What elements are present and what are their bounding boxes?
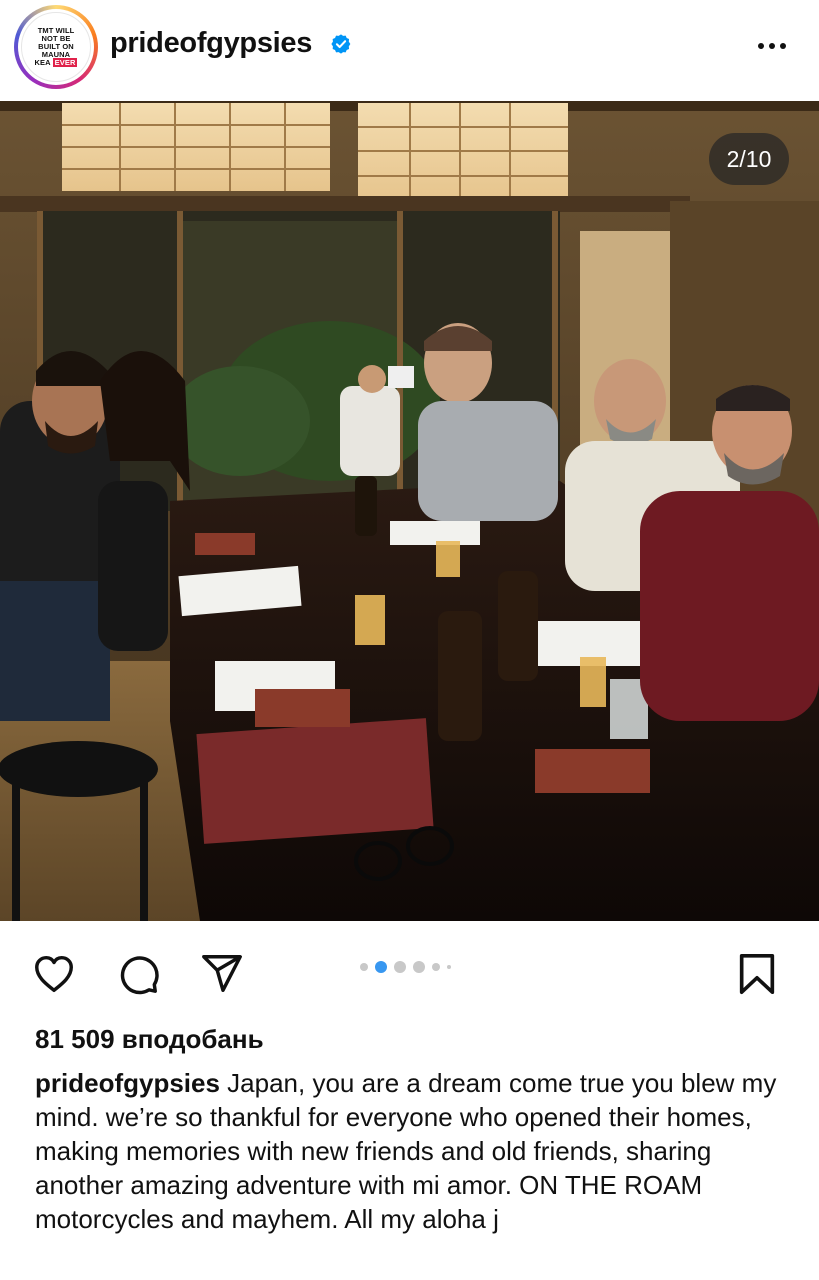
carousel-dot — [394, 961, 406, 973]
bookmark-icon[interactable] — [734, 951, 780, 997]
comment-icon[interactable] — [115, 951, 161, 997]
username-link[interactable]: prideofgypsies — [110, 27, 312, 60]
more-options-icon[interactable] — [750, 28, 794, 64]
post-photo[interactable] — [0, 101, 819, 921]
caption-username[interactable]: prideofgypsies — [35, 1068, 220, 1098]
avatar-text-line: KEA EVER — [34, 58, 78, 67]
avatar-image: TMT WILL NOT BE BUILT ON MAUNA KEA EVER — [21, 12, 91, 82]
send-icon[interactable] — [199, 951, 245, 997]
carousel-dot — [360, 963, 368, 971]
avatar[interactable]: TMT WILL NOT BE BUILT ON MAUNA KEA EVER — [14, 5, 98, 89]
verified-badge-icon — [331, 34, 351, 54]
post-caption: prideofgypsies Japan, you are a dream co… — [35, 1066, 795, 1236]
carousel-dot-active — [375, 961, 387, 973]
avatar-text-badge: EVER — [52, 58, 78, 67]
carousel-dot — [413, 961, 425, 973]
carousel-dot — [432, 963, 440, 971]
carousel-dot — [447, 965, 451, 969]
likes-count[interactable]: 81 509 вподобань — [35, 1024, 264, 1055]
heart-icon[interactable] — [31, 951, 77, 997]
carousel-counter: 2/10 — [709, 133, 789, 185]
carousel-indicator — [360, 961, 451, 973]
post-header: TMT WILL NOT BE BUILT ON MAUNA KEA EVER p… — [0, 0, 819, 100]
photo-illustration — [0, 101, 819, 921]
